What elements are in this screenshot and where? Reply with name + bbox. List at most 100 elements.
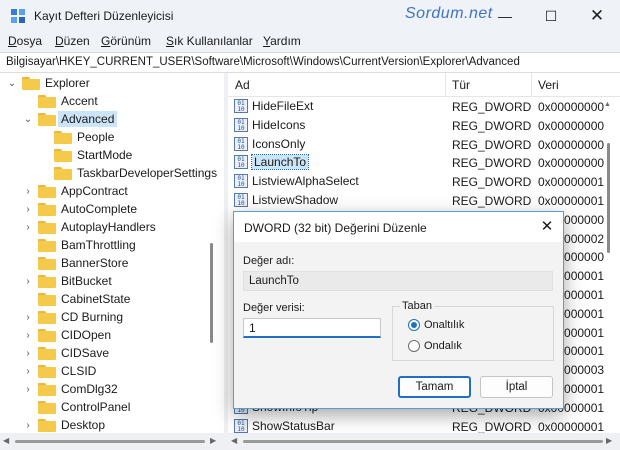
chevron-right-icon[interactable]: ›	[22, 420, 34, 431]
close-button[interactable]: ✕	[574, 0, 620, 32]
value-type: REG_DWORD	[452, 118, 532, 133]
tree-item-label: AutoplayHandlers	[61, 220, 156, 234]
tree-item[interactable]: › ComDlg32	[22, 380, 118, 398]
table-row[interactable]: 01 10 HideFileExt REG_DWORD 0x00000000	[228, 98, 620, 116]
tree-item[interactable]: › CLSID	[22, 362, 96, 380]
minimize-button[interactable]: —	[482, 0, 528, 32]
tree-item[interactable]: › AutoplayHandlers	[22, 218, 156, 236]
value-name-cell: 01 10 HideFileExt	[234, 99, 313, 113]
tree-item[interactable]: Accent	[22, 92, 98, 110]
list-horizontal-scrollbar[interactable]: ◀ ▶	[228, 433, 620, 450]
tree-item[interactable]: › CIDOpen	[22, 326, 111, 344]
column-separator[interactable]	[445, 73, 446, 97]
value-data: 0x00000000	[538, 100, 605, 114]
tree-item-label: AutoComplete	[61, 202, 138, 216]
radio-decimal[interactable]: Ondalık	[408, 340, 462, 352]
scroll-left-arrow-icon[interactable]: ◀	[231, 436, 237, 445]
address-bar[interactable]: Bilgisayar\HKEY_CURRENT_USER\Software\Mi…	[0, 52, 620, 73]
chevron-down-icon[interactable]: ⌄	[6, 78, 18, 89]
ok-button[interactable]: Tamam	[398, 376, 471, 398]
tree-item[interactable]: › AppContract	[22, 182, 127, 200]
value-name-field: LaunchTo	[243, 271, 553, 291]
radio-selected-icon[interactable]	[408, 319, 420, 331]
tree-item[interactable]: ControlPanel	[22, 398, 130, 416]
table-row[interactable]: 01 10 ShowStatusBar REG_DWORD 0x00000001	[228, 418, 620, 433]
tree-item-label: BitBucket	[61, 274, 112, 288]
scroll-right-arrow-icon[interactable]: ▶	[210, 436, 216, 445]
table-row[interactable]: 01 10 ListviewShadow REG_DWORD 0x00000001	[228, 192, 620, 210]
value-name-cell: 01 10 IconsOnly	[234, 136, 305, 151]
menu-help[interactable]: Yardım	[263, 34, 301, 48]
menu-edit[interactable]: Düzen	[55, 34, 90, 48]
value-type: REG_DWORD	[452, 175, 532, 190]
folder-icon	[38, 112, 56, 126]
table-row[interactable]: 01 10 HideIcons REG_DWORD 0x00000000	[228, 117, 620, 135]
table-row[interactable]: 01 10 ListviewAlphaSelect REG_DWORD 0x000000…	[228, 173, 620, 191]
chevron-right-icon[interactable]: ›	[22, 186, 34, 197]
table-row[interactable]: 01 10 LaunchTo REG_DWORD 0x00000000	[228, 154, 620, 172]
chevron-right-icon[interactable]: ›	[22, 312, 34, 323]
dword-value-icon: 0110	[234, 193, 248, 207]
tree-item-label: CabinetState	[61, 292, 131, 306]
tree-item-label: People	[77, 130, 115, 144]
column-type-header[interactable]: Tür	[452, 78, 470, 92]
chevron-right-icon[interactable]: ›	[22, 330, 34, 341]
scroll-left-arrow-icon[interactable]: ◀	[3, 436, 9, 445]
value-data-input[interactable]: 1	[243, 318, 381, 338]
value-type: REG_DWORD	[452, 419, 532, 433]
dword-value-icon: 0110	[234, 136, 248, 151]
value-name: ListviewAlphaSelect	[252, 174, 359, 189]
dword-value-icon: 0110	[234, 418, 248, 433]
table-row[interactable]: 01 10 IconsOnly REG_DWORD 0x00000000	[228, 136, 620, 154]
tree-item[interactable]: ⌄ Explorer	[6, 74, 90, 92]
tree-item[interactable]: TaskbarDeveloperSettings	[38, 164, 217, 182]
menu-file[interactable]: Dosya	[8, 34, 42, 48]
tree-item[interactable]: › CD Burning	[22, 308, 123, 326]
tree-vertical-scrollbar[interactable]	[210, 243, 213, 343]
chevron-right-icon[interactable]: ›	[22, 366, 34, 377]
scroll-thumb[interactable]	[15, 440, 205, 443]
tree-item[interactable]: › Desktop	[22, 416, 105, 433]
tree-item-label: CIDOpen	[61, 328, 112, 342]
tree-item[interactable]: People	[38, 128, 114, 146]
cancel-button[interactable]: İptal	[480, 376, 553, 398]
registry-app-icon	[11, 9, 25, 23]
tree-item[interactable]: › BitBucket	[22, 272, 112, 290]
tree-item[interactable]: BamThrottling	[22, 236, 136, 254]
folder-icon	[38, 382, 56, 396]
scroll-thumb[interactable]	[243, 440, 603, 443]
edit-dword-dialog: DWORD (32 bit) Değerini Düzenle ✕ Değer …	[233, 211, 564, 409]
tree-item-label: ComDlg32	[61, 382, 118, 396]
chevron-right-icon[interactable]: ›	[22, 276, 34, 287]
chevron-right-icon[interactable]: ›	[22, 222, 34, 233]
radio-unselected-icon[interactable]	[408, 340, 420, 352]
tree-item[interactable]: ⌄ Advanced	[22, 110, 118, 128]
tree-item-label: StartMode	[77, 148, 133, 162]
chevron-down-icon[interactable]: ⌄	[22, 114, 34, 125]
column-data-header[interactable]: Veri	[538, 78, 559, 92]
chevron-right-icon[interactable]: ›	[22, 204, 34, 215]
tree-item[interactable]: › CIDSave	[22, 344, 109, 362]
column-separator[interactable]	[531, 73, 532, 97]
chevron-right-icon[interactable]: ›	[22, 348, 34, 359]
folder-icon	[38, 238, 56, 252]
tree-item[interactable]: StartMode	[38, 146, 132, 164]
maximize-button[interactable]: ☐	[528, 0, 574, 32]
registry-tree[interactable]: ⌄ Explorer Accent ⌄ Advanced People StartMode T…	[0, 73, 224, 433]
window-title: Kayıt Defteri Düzenleyicisi	[34, 9, 174, 23]
chevron-right-icon[interactable]: ›	[22, 384, 34, 395]
tree-item[interactable]: CabinetState	[22, 290, 130, 308]
base-group-title: Taban	[400, 300, 434, 312]
tree-item[interactable]: › AutoComplete	[22, 200, 137, 218]
value-name-cell: 01 10 ListviewShadow	[234, 193, 338, 207]
tree-item[interactable]: BannerStore	[22, 254, 128, 272]
scroll-right-arrow-icon[interactable]: ▶	[606, 436, 612, 445]
dialog-close-button[interactable]: ✕	[534, 217, 560, 237]
column-name-header[interactable]: Ad	[235, 78, 250, 92]
tree-item-label: Advanced	[58, 111, 118, 127]
menu-favorites[interactable]: Sık Kullanılanlar	[166, 34, 253, 48]
value-name-cell: 01 10 HideIcons	[234, 117, 305, 132]
tree-horizontal-scrollbar[interactable]: ◀ ▶	[0, 433, 224, 450]
radio-hexadecimal[interactable]: Onaltılık	[408, 319, 464, 331]
menu-view[interactable]: Görünüm	[101, 34, 151, 48]
